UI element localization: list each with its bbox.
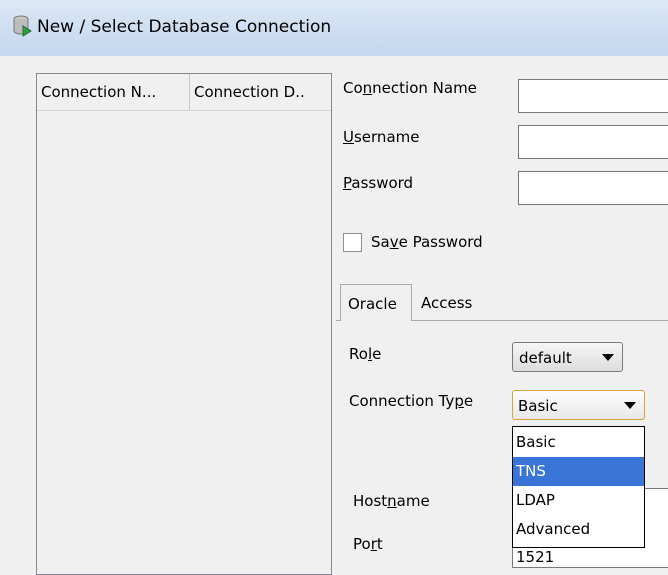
hostname-label: Hostname — [353, 492, 430, 510]
username-label: Username — [343, 128, 420, 146]
connection-name-input[interactable] — [518, 79, 668, 113]
connection-type-select[interactable]: Basic — [512, 390, 645, 420]
role-label: Role — [349, 345, 382, 363]
column-header-connection-name[interactable]: Connection N... — [37, 74, 190, 110]
connection-type-select-value: Basic — [518, 397, 558, 415]
port-label: Port — [353, 535, 383, 553]
role-select[interactable]: default — [512, 342, 623, 372]
connection-name-label: Connection Name — [343, 79, 477, 97]
column-header-connection-details[interactable]: Connection D.. — [190, 74, 332, 110]
password-input[interactable] — [518, 171, 668, 205]
port-value[interactable]: 1521 — [516, 548, 554, 566]
tab-oracle-label: Oracle — [348, 295, 397, 313]
connections-list[interactable]: Connection N... Connection D.. — [36, 73, 332, 575]
window-title: New / Select Database Connection — [37, 17, 332, 37]
list-header: Connection N... Connection D.. — [37, 74, 331, 111]
role-select-value: default — [519, 349, 572, 367]
username-input[interactable] — [518, 125, 668, 159]
save-password-checkbox[interactable] — [343, 233, 362, 252]
title-bar: New / Select Database Connection — [0, 0, 668, 56]
password-label: Password — [343, 174, 414, 192]
chevron-down-icon — [624, 402, 636, 409]
option-basic[interactable]: Basic — [513, 428, 644, 457]
option-tns[interactable]: TNS — [513, 457, 644, 486]
chevron-down-icon — [602, 354, 614, 361]
connection-type-label: Connection Type — [349, 392, 474, 410]
save-password-label[interactable]: Save Password — [371, 233, 483, 251]
option-ldap[interactable]: LDAP — [513, 486, 644, 515]
database-icon — [13, 15, 32, 37]
tab-oracle[interactable]: Oracle — [340, 284, 412, 321]
tab-access[interactable]: Access — [421, 294, 472, 312]
connection-type-dropdown-list[interactable]: Basic TNS LDAP Advanced — [512, 426, 645, 548]
option-advanced[interactable]: Advanced — [513, 515, 644, 544]
